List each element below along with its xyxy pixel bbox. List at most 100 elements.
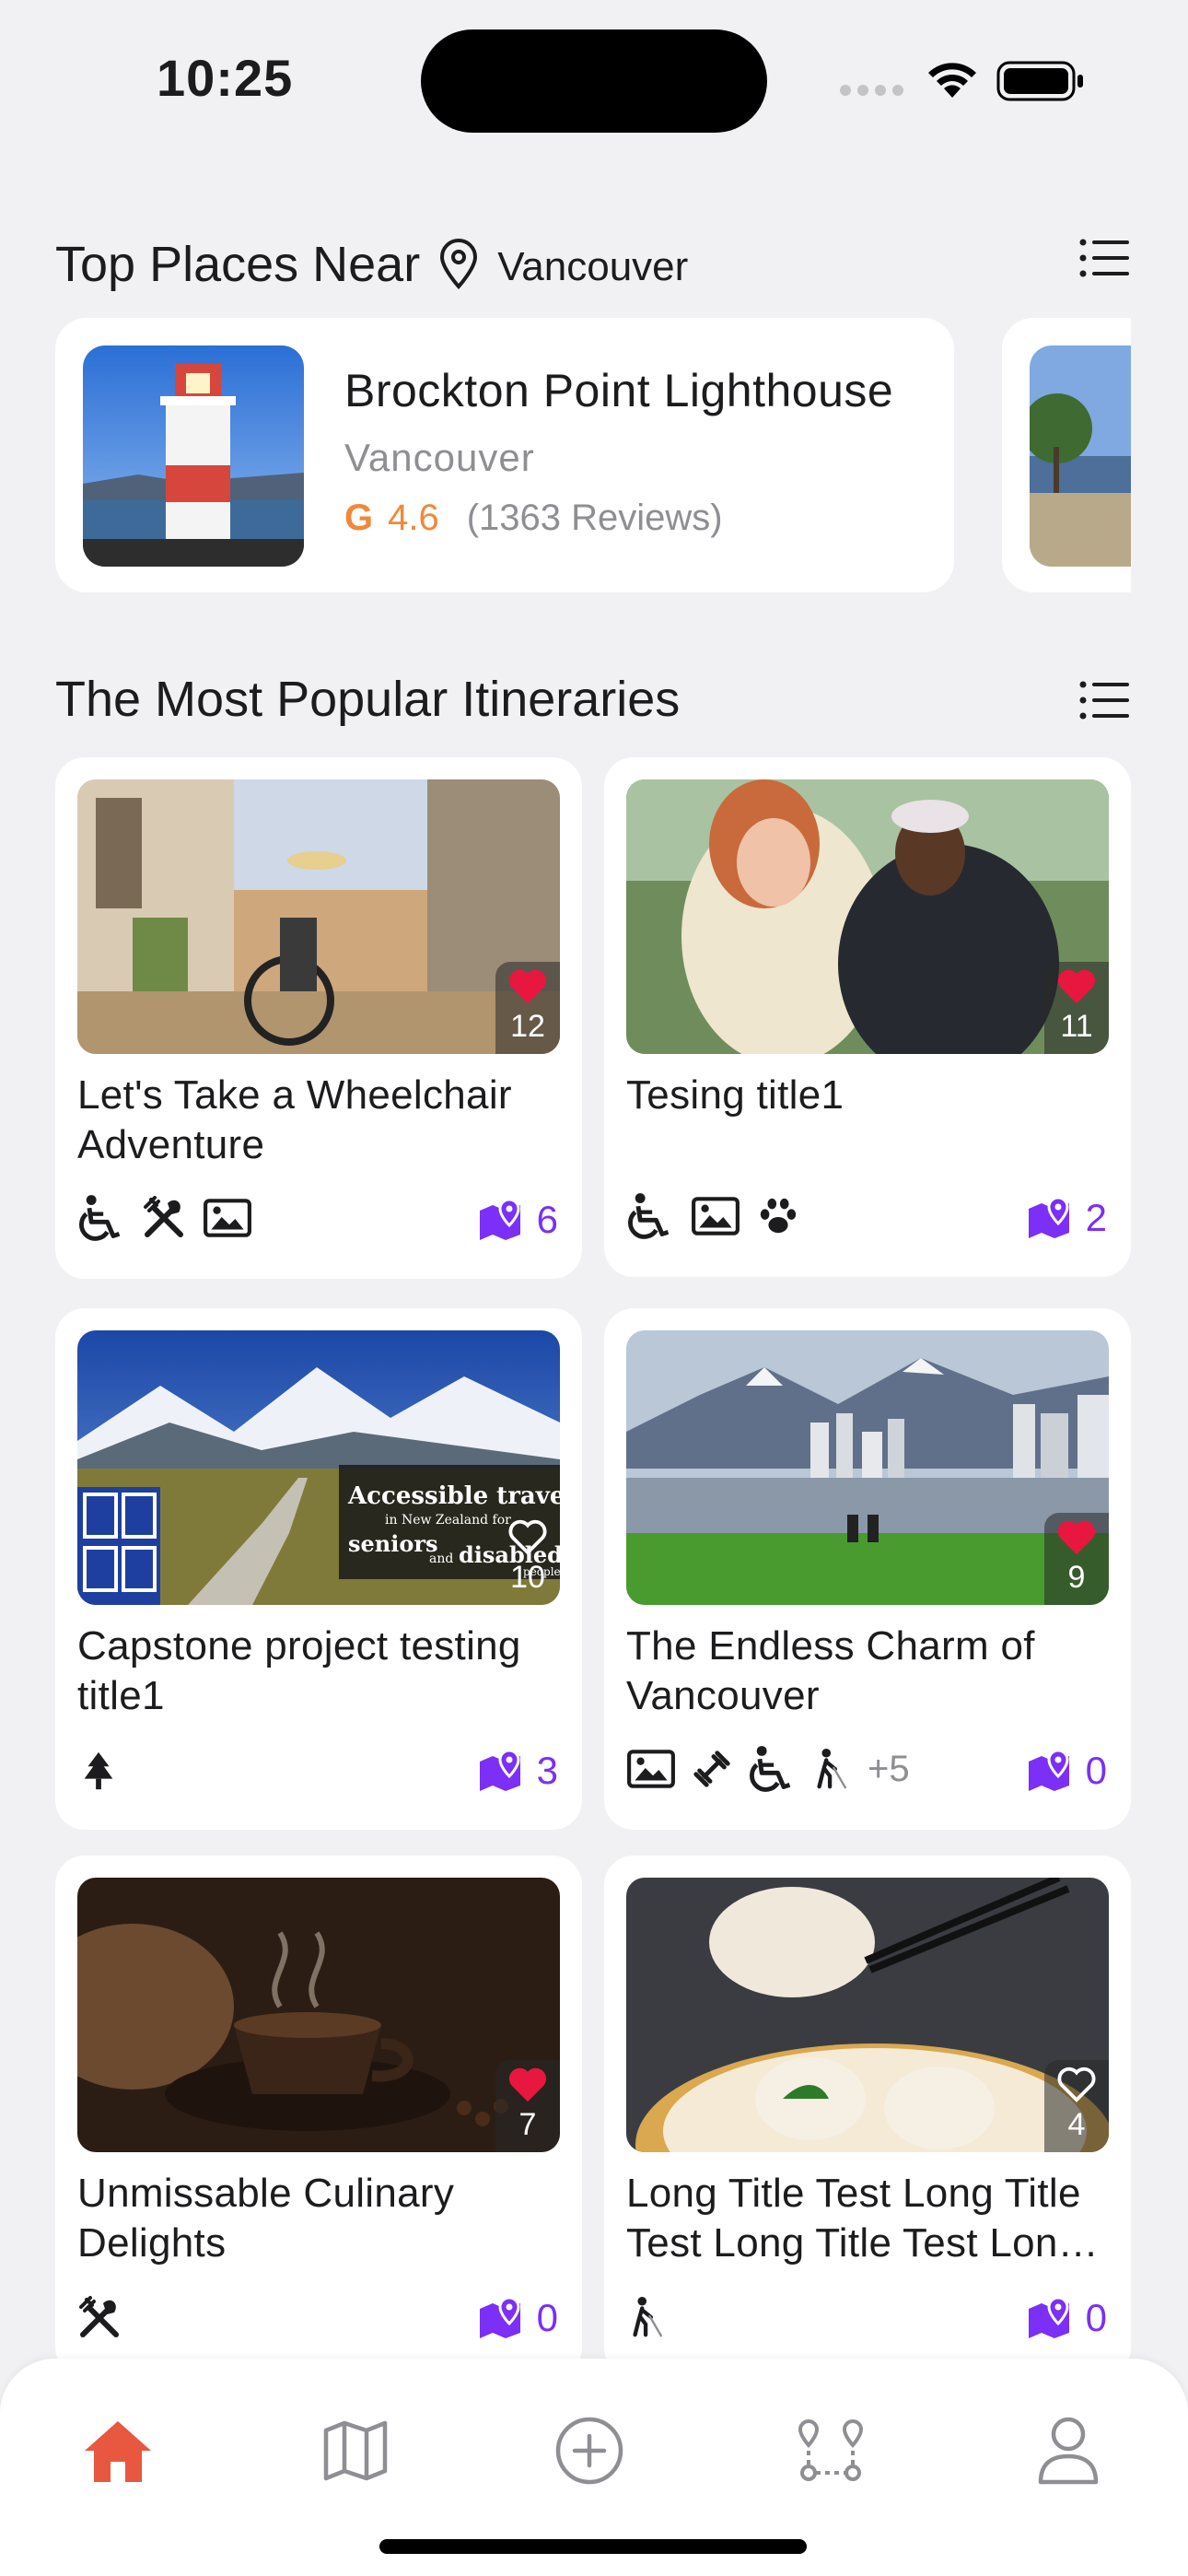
map-pin-icon (1027, 1749, 1075, 1793)
route-icon (798, 2418, 864, 2481)
wifi-icon (928, 63, 976, 98)
itinerary-photo: 9 (626, 1330, 1109, 1605)
stops-count: 0 (478, 2296, 558, 2340)
itineraries-list-view-icon[interactable] (1079, 680, 1131, 720)
blind-icon (626, 2294, 669, 2340)
like-badge[interactable]: 7 (495, 2060, 560, 2152)
itinerary-card[interactable]: 9 The Endless Charm of Vancouver +5 0 (604, 1308, 1131, 1830)
status-time: 10:25 (157, 49, 294, 107)
tag-row (77, 1751, 120, 1793)
itinerary-title: Unmissable Culinary Delights (77, 2171, 455, 2266)
place-photo (83, 345, 304, 567)
home-indicator (379, 2539, 807, 2554)
battery-icon (996, 61, 1083, 101)
map-pin-icon (478, 2296, 526, 2340)
stops-count: 6 (478, 1198, 558, 1242)
dynamic-island (421, 29, 767, 133)
stops-count: 0 (1027, 1749, 1107, 1793)
tree-icon (77, 1751, 120, 1793)
location-label[interactable]: Vancouver (497, 244, 688, 290)
heart-filled-icon (1055, 1517, 1098, 1556)
like-count: 10 (510, 1560, 545, 1595)
wheelchair-icon (626, 1192, 674, 1240)
like-count: 4 (1067, 2107, 1086, 2142)
utensils-icon (142, 1196, 186, 1240)
dumbbell-icon (691, 1748, 733, 1790)
nav-map-tab[interactable] (319, 2414, 392, 2488)
like-count: 11 (1060, 1009, 1093, 1044)
place-rating-row: G 4.6 (1363 Reviews) (344, 498, 723, 539)
itineraries-section-title: The Most Popular Itineraries (55, 672, 681, 727)
places-list-view-icon[interactable] (1079, 238, 1131, 278)
place-city: Vancouver (344, 436, 535, 479)
nav-route-tab[interactable] (794, 2414, 868, 2488)
image-icon (691, 1196, 740, 1236)
place-photo (1030, 345, 1131, 567)
itinerary-title: The Endless Charm of Vancouver (626, 1623, 1035, 1718)
itinerary-card[interactable]: Accessible travel in New Zealand for sen… (55, 1308, 582, 1830)
place-rating: 4.6 (388, 498, 439, 538)
like-badge[interactable]: 9 (1044, 1513, 1109, 1605)
heart-filled-icon (507, 2065, 549, 2103)
wheelchair-icon (748, 1745, 796, 1793)
place-card[interactable]: Brockton Point Lighthouse Vancouver G 4.… (55, 318, 954, 592)
like-count: 12 (510, 1009, 545, 1044)
itinerary-photo: 4 (626, 1878, 1109, 2152)
stops-count: 0 (1027, 2296, 1107, 2340)
itinerary-photo: Accessible travel in New Zealand for sen… (77, 1330, 560, 1605)
google-icon: G (344, 498, 374, 538)
image-icon (203, 1198, 252, 1238)
map-pin-icon (1027, 2296, 1075, 2340)
map-pin-icon (1027, 1196, 1075, 1240)
itinerary-photo: 7 (77, 1878, 560, 2152)
wheelchair-icon (77, 1194, 125, 1242)
places-section-header: Top Places Near Vancouver (55, 236, 688, 293)
tag-row (626, 1192, 799, 1240)
itinerary-title: Long Title Test Long Title Test Long Tit… (626, 2171, 1099, 2266)
blind-icon (810, 1746, 853, 1792)
itinerary-card[interactable]: 12 Let's Take a Wheelchair Adventure 6 (55, 757, 582, 1279)
overlay-line4: and (429, 1551, 453, 1566)
itinerary-photo: 11 (626, 779, 1109, 1054)
tag-row (77, 2296, 122, 2340)
nav-create-tab[interactable] (553, 2414, 626, 2488)
heart-outline-icon (1055, 2065, 1098, 2103)
stops-count: 2 (1027, 1196, 1107, 1240)
place-reviews: (1363 Reviews) (466, 498, 723, 538)
status-bar: 10:25 (0, 0, 1188, 157)
tag-row (626, 2294, 669, 2340)
overlay-line3: seniors (348, 1530, 438, 1557)
place-card-partial[interactable] (1002, 318, 1131, 592)
itinerary-title: Tesing title1 (626, 1072, 844, 1118)
signal-icon (840, 85, 903, 96)
itinerary-card[interactable]: 11 Tesing title1 2 (604, 757, 1131, 1277)
heart-filled-icon (507, 966, 549, 1005)
tag-row: +5 (626, 1745, 910, 1793)
map-pin-icon (478, 1749, 526, 1793)
heart-filled-icon (1055, 966, 1098, 1005)
utensils-icon (77, 2296, 122, 2340)
plus-circle-icon (555, 2417, 623, 2485)
like-badge[interactable]: 10 (495, 1513, 560, 1605)
map-pin-icon (478, 1198, 526, 1242)
nav-home-tab[interactable] (81, 2414, 155, 2488)
stops-count: 3 (478, 1749, 558, 1793)
location-pin-icon (440, 239, 478, 289)
like-badge[interactable]: 11 (1044, 962, 1109, 1054)
like-count: 7 (518, 2107, 537, 2142)
overlay-line2: in New Zealand for (385, 1513, 511, 1528)
like-count: 9 (1067, 1560, 1086, 1595)
places-section-title: Top Places Near (55, 237, 421, 292)
itinerary-title: Capstone project testing title1 (77, 1623, 521, 1718)
map-icon (323, 2420, 388, 2481)
overlay-line1: Accessible travel (347, 1482, 560, 1510)
itinerary-card[interactable]: 4 Long Title Test Long Title Test Long T… (604, 1856, 1131, 2377)
itinerary-card[interactable]: 7 Unmissable Culinary Delights 0 (55, 1856, 582, 2377)
like-badge[interactable]: 12 (495, 962, 560, 1054)
home-icon (85, 2421, 151, 2482)
like-badge[interactable]: 4 (1044, 2060, 1109, 2152)
itinerary-photo: 12 (77, 779, 560, 1054)
itinerary-title: Let's Take a Wheelchair Adventure (77, 1072, 512, 1167)
more-tags-count: +5 (868, 1748, 910, 1789)
nav-profile-tab[interactable] (1031, 2414, 1105, 2488)
